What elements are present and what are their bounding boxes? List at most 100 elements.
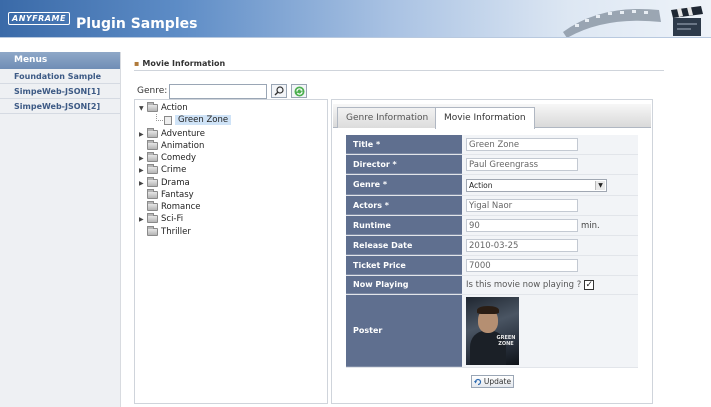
form-row-runtime: Runtime 90 min.: [346, 216, 638, 236]
tab-genre-information[interactable]: Genre Information: [337, 107, 438, 128]
chevron-down-icon[interactable]: ▼: [595, 180, 605, 190]
ticket-price-field[interactable]: 7000: [466, 259, 578, 272]
folder-icon: [147, 213, 158, 223]
section-title: ▪ Movie Information: [134, 59, 225, 68]
tree-item-label: Fantasy: [161, 190, 194, 200]
poster-title-text: GREEN ZONE: [496, 335, 516, 347]
sidebar-item-simpeweb-json-1[interactable]: SimpeWeb-JSON[1]: [0, 84, 120, 99]
tree-item-green-zone[interactable]: Green Zone: [164, 114, 232, 126]
tree-item-thriller[interactable]: Thriller: [139, 226, 191, 238]
bullet-icon: ▪: [134, 59, 140, 68]
tree-item-label: Sci-Fi: [161, 214, 184, 224]
expanded-arrow-icon[interactable]: ▼: [139, 105, 147, 112]
collapsed-arrow-icon[interactable]: ▶: [139, 216, 147, 223]
ticket-price-label: Ticket Price: [346, 256, 462, 275]
now-playing-label: Now Playing: [346, 276, 462, 294]
sidebar-item-foundation-sample[interactable]: Foundation Sample: [0, 69, 120, 84]
genre-select-value: Action: [469, 180, 493, 190]
tree-item-label: Animation: [161, 141, 205, 151]
folder-icon: [147, 140, 158, 150]
app-header: ANYFRAME Plugin Samples: [0, 0, 711, 38]
title-field[interactable]: Green Zone: [466, 138, 578, 151]
tab-movie-information[interactable]: Movie Information: [435, 107, 535, 129]
app-title: Plugin Samples: [76, 16, 198, 32]
refresh-icon: [473, 378, 481, 385]
search-icon: [274, 86, 284, 96]
tree-item-action[interactable]: ▼ Action: [139, 102, 188, 114]
collapsed-arrow-icon[interactable]: ▶: [139, 180, 147, 187]
release-date-field[interactable]: 2010-03-25: [466, 239, 578, 252]
folder-icon: [147, 189, 158, 199]
tree-item-label: Comedy: [161, 153, 197, 163]
form-row-title: Title * Green Zone: [346, 135, 638, 155]
tree-item-comedy[interactable]: ▶ Comedy: [139, 152, 196, 164]
now-playing-question: Is this movie now playing ?: [466, 280, 582, 290]
runtime-unit: min.: [581, 220, 600, 231]
sidebar-header: Menus: [0, 52, 120, 69]
tree-item-fantasy[interactable]: Fantasy: [139, 189, 194, 201]
sidebar: Menus Foundation Sample SimpeWeb-JSON[1]…: [0, 52, 121, 407]
refresh-button[interactable]: [291, 84, 308, 98]
genre-search-input[interactable]: [169, 83, 268, 99]
tree-item-romance[interactable]: Romance: [139, 201, 201, 213]
actors-label: Actors *: [346, 196, 462, 215]
tree-item-label: Action: [161, 103, 188, 113]
form-row-actors: Actors * Yigal Naor: [346, 196, 638, 216]
tree-item-label: Drama: [161, 178, 190, 188]
section-divider: [134, 70, 664, 71]
tree-item-label: Thriller: [161, 227, 191, 237]
release-date-label: Release Date: [346, 236, 462, 255]
update-button-label: Update: [483, 377, 512, 386]
genre-field-label: Genre *: [346, 175, 462, 195]
folder-icon: [147, 152, 158, 162]
clapperboard-icon: [671, 6, 703, 36]
folder-icon: [147, 201, 158, 211]
anyframe-logo: ANYFRAME: [8, 12, 70, 25]
tree-item-label: Green Zone: [175, 115, 232, 125]
genre-search-row: Genre:: [137, 83, 308, 99]
form-row-ticket-price: Ticket Price 7000: [346, 256, 638, 276]
section-title-text: Movie Information: [142, 59, 226, 68]
form-row-genre: Genre * Action ▼: [346, 175, 638, 196]
actors-field[interactable]: Yigal Naor: [466, 199, 578, 212]
poster-image: GREEN ZONE: [466, 297, 519, 365]
search-button[interactable]: [271, 84, 288, 98]
folder-icon: [147, 164, 158, 174]
form-row-poster: Poster GREEN ZONE: [346, 295, 638, 368]
tree-item-drama[interactable]: ▶ Drama: [139, 177, 190, 189]
movie-file-icon: [164, 115, 172, 125]
tree-item-sci-fi[interactable]: ▶ Sci-Fi: [139, 213, 183, 225]
collapsed-arrow-icon[interactable]: ▶: [139, 155, 147, 162]
film-strip-icon: [563, 8, 661, 37]
tree-item-crime[interactable]: ▶ Crime: [139, 164, 186, 176]
director-label: Director *: [346, 155, 462, 174]
genre-select[interactable]: Action ▼: [466, 178, 607, 192]
form-row-now-playing: Now Playing Is this movie now playing ? …: [346, 276, 638, 295]
collapsed-arrow-icon[interactable]: ▶: [139, 167, 147, 174]
movie-form: Title * Green Zone Director * Paul Green…: [346, 135, 638, 368]
now-playing-checkbox[interactable]: ✓: [584, 280, 595, 290]
form-row-director: Director * Paul Greengrass: [346, 155, 638, 175]
folder-icon: [147, 226, 158, 236]
folder-open-icon: [147, 102, 158, 112]
sidebar-item-simpeweb-json-2[interactable]: SimpeWeb-JSON[2]: [0, 99, 120, 114]
form-row-release-date: Release Date 2010-03-25: [346, 236, 638, 256]
poster-label: Poster: [346, 295, 462, 367]
collapsed-arrow-icon[interactable]: ▶: [139, 131, 147, 138]
tree-item-label: Crime: [161, 165, 187, 175]
runtime-field[interactable]: 90: [466, 219, 578, 232]
genre-label: Genre:: [137, 86, 168, 96]
director-field[interactable]: Paul Greengrass: [466, 158, 578, 171]
tab-bar: Genre Information Movie Information: [333, 104, 651, 129]
folder-icon: [147, 177, 158, 187]
tree-item-label: Romance: [161, 202, 201, 212]
refresh-icon: [294, 86, 305, 96]
tree-connector: [156, 114, 163, 121]
update-button[interactable]: Update: [471, 375, 514, 388]
folder-icon: [147, 128, 158, 138]
tree-item-label: Adventure: [161, 129, 205, 139]
tree-item-animation[interactable]: Animation: [139, 140, 204, 152]
runtime-label: Runtime: [346, 216, 462, 235]
title-label: Title *: [346, 135, 462, 154]
tree-item-adventure[interactable]: ▶ Adventure: [139, 128, 205, 140]
